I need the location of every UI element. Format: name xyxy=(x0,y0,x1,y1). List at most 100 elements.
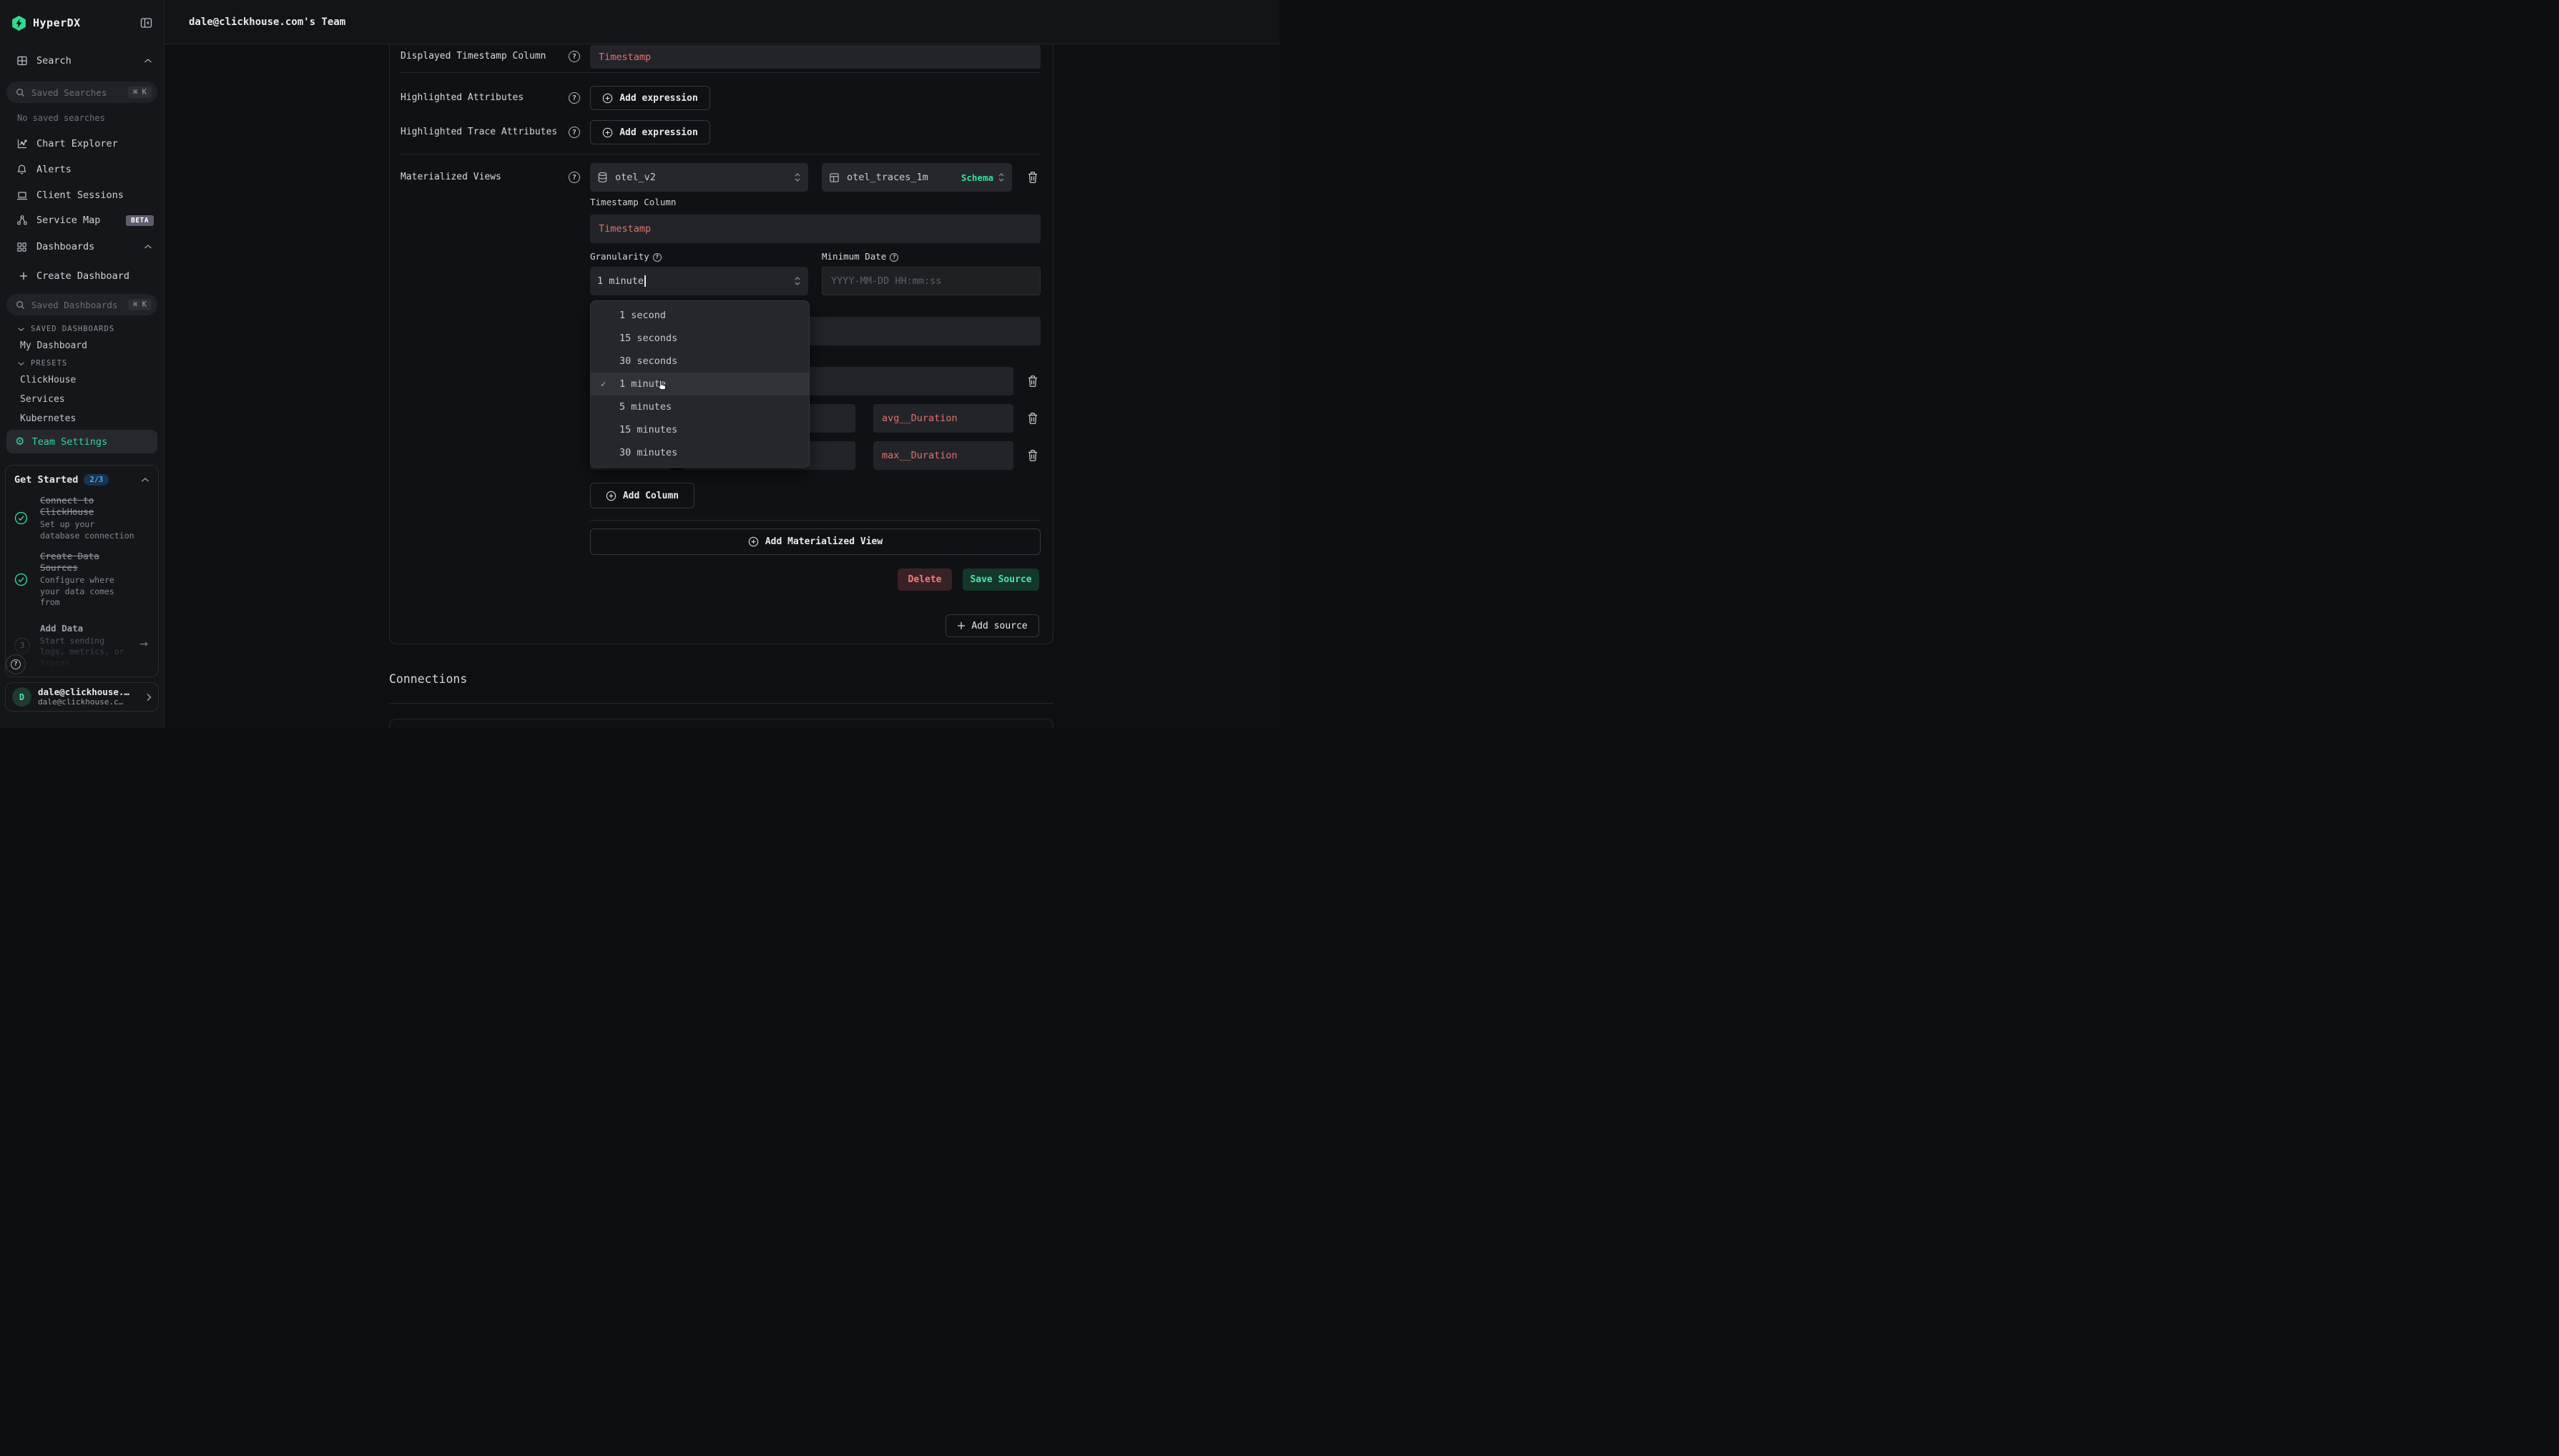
no-saved-searches-text: No saved searches xyxy=(0,113,164,123)
delete-column-icon[interactable] xyxy=(1026,411,1040,426)
selected-view: otel_v2 xyxy=(615,172,794,183)
team-settings-content: Displayed Timestamp Column ? Timestamp H… xyxy=(164,44,1280,728)
laptop-icon xyxy=(16,190,28,201)
timestamp-column-label: Timestamp Column xyxy=(590,196,676,209)
granularity-option[interactable]: 1 second xyxy=(591,304,809,327)
saved-dashboards-section-header[interactable]: SAVED DASHBOARDS xyxy=(0,323,164,335)
add-expression-button[interactable]: Add expression xyxy=(590,86,710,110)
sidebar-item-label: Service Map xyxy=(36,215,100,226)
granularity-option[interactable]: 30 seconds xyxy=(591,350,809,373)
sidebar-item-clickhouse[interactable]: ClickHouse xyxy=(0,373,164,387)
granularity-combobox[interactable]: 1 minute xyxy=(590,267,808,295)
beta-badge: BETA xyxy=(126,215,154,226)
get-started-step-add-data[interactable]: 3 Add Data Start sending logs, metrics, … xyxy=(14,623,149,669)
step-title: Add Data xyxy=(40,623,149,634)
delete-column-icon[interactable] xyxy=(1026,374,1040,388)
highlighted-trace-attributes-label: Highlighted Trace Attributes xyxy=(401,126,557,139)
minimum-date-label: Minimum Date? xyxy=(822,250,898,263)
sidebar-item-kubernetes[interactable]: Kubernetes xyxy=(0,411,164,426)
displayed-timestamp-input[interactable]: Timestamp xyxy=(590,45,1041,69)
help-icon[interactable]: ? xyxy=(569,51,580,62)
logo-row: HyperDX xyxy=(0,0,164,46)
sidebar-item-label: Dashboards xyxy=(36,241,94,252)
chevron-up-icon[interactable] xyxy=(141,477,149,483)
create-dashboard-button[interactable]: Create Dashboard xyxy=(0,267,164,285)
connections-heading: Connections xyxy=(389,672,467,686)
mv-column-alias-input[interactable]: avg__Duration xyxy=(873,404,1013,433)
chevron-right-icon xyxy=(146,693,152,702)
avatar: D xyxy=(12,687,31,707)
info-icon[interactable]: ? xyxy=(653,253,662,262)
sidebar-item-team-settings[interactable]: ⚙ Team Settings xyxy=(6,430,157,453)
sidebar-item-service-map[interactable]: Service Map BETA xyxy=(0,211,164,230)
presets-section-header[interactable]: PRESETS xyxy=(0,358,164,369)
sidebar-item-my-dashboard[interactable]: My Dashboard xyxy=(0,338,164,353)
saved-dashboards-input[interactable]: Saved Dashboards ⌘ K xyxy=(6,294,157,315)
app-root: HyperDX Search Saved Searches ⌘ K No sav… xyxy=(0,0,1280,728)
step-number-circle: 3 xyxy=(14,638,30,654)
search-icon xyxy=(16,300,25,310)
sidebar-item-chart-explorer[interactable]: Chart Explorer xyxy=(0,134,164,153)
add-column-button[interactable]: Add Column xyxy=(590,483,694,508)
arrow-right-icon: → xyxy=(139,639,148,650)
help-icon[interactable]: ? xyxy=(569,92,580,104)
table-grid-icon xyxy=(16,55,28,67)
question-icon: ? xyxy=(11,659,21,669)
saved-searches-input[interactable]: Saved Searches ⌘ K xyxy=(6,82,157,103)
selected-table: otel_traces_1m xyxy=(847,172,961,183)
shortcut-badge: ⌘ K xyxy=(128,299,152,310)
step-title: Create Data Sources xyxy=(40,551,149,574)
bell-icon xyxy=(16,164,28,175)
get-started-step-connect[interactable]: Connect to ClickHouse Set up your databa… xyxy=(14,495,149,541)
sidebar-item-client-sessions[interactable]: Client Sessions xyxy=(0,186,164,205)
collapse-sidebar-icon[interactable] xyxy=(140,17,152,29)
app-name: HyperDX xyxy=(33,16,81,29)
materialized-view-select[interactable]: otel_v2 xyxy=(590,163,808,192)
user-name: dale@clickhouse.… xyxy=(38,687,146,697)
save-source-button[interactable]: Save Source xyxy=(963,569,1039,591)
user-email: dale@clickhouse.c… xyxy=(38,697,146,707)
sidebar-item-label: Client Sessions xyxy=(36,190,124,201)
sidebar-item-search[interactable]: Search xyxy=(0,51,164,70)
materialized-table-select[interactable]: otel_traces_1m Schema xyxy=(822,163,1012,192)
gear-icon: ⚙ xyxy=(15,436,24,447)
add-expression-button[interactable]: Add expression xyxy=(590,120,710,144)
help-icon[interactable]: ? xyxy=(569,172,580,183)
mv-column-alias-input[interactable]: max__Duration xyxy=(873,441,1013,470)
plus-icon xyxy=(17,272,29,280)
get-started-step-create-sources[interactable]: Create Data Sources Configure where your… xyxy=(14,551,149,609)
sidebar-item-alerts[interactable]: Alerts xyxy=(0,160,164,179)
add-materialized-view-button[interactable]: Add Materialized View xyxy=(590,528,1041,555)
step-title: Connect to ClickHouse xyxy=(40,495,149,518)
shortcut-badge: ⌘ K xyxy=(128,87,152,98)
schema-link[interactable]: Schema xyxy=(961,172,993,183)
chevron-up-icon xyxy=(142,244,154,250)
materialized-views-label: Materialized Views xyxy=(401,171,501,184)
add-source-button[interactable]: Add source xyxy=(945,614,1039,637)
search-icon xyxy=(16,88,25,97)
granularity-option[interactable]: 15 seconds xyxy=(591,327,809,350)
delete-column-icon[interactable] xyxy=(1026,448,1040,463)
user-menu[interactable]: D dale@clickhouse.… dale@clickhouse.c… xyxy=(5,682,159,712)
sidebar-item-dashboards[interactable]: Dashboards xyxy=(0,237,164,256)
timestamp-column-input[interactable]: Timestamp xyxy=(590,215,1041,243)
help-button[interactable]: ? xyxy=(6,654,26,674)
granularity-option[interactable]: 15 minutes xyxy=(591,418,809,441)
delete-source-button[interactable]: Delete xyxy=(898,569,952,591)
step-desc: Configure where your data comes from xyxy=(40,575,149,609)
delete-materialized-view-icon[interactable] xyxy=(1026,170,1040,185)
sidebar-item-services[interactable]: Services xyxy=(0,392,164,406)
sidebar: HyperDX Search Saved Searches ⌘ K No sav… xyxy=(0,0,164,728)
topbar: dale@clickhouse.com's Team xyxy=(164,0,1280,44)
saved-searches-placeholder: Saved Searches xyxy=(31,87,128,98)
circle-plus-icon xyxy=(602,93,613,104)
sidebar-item-label: Alerts xyxy=(36,164,72,175)
granularity-option[interactable]: 30 minutes xyxy=(591,441,809,464)
granularity-option[interactable]: 5 minutes xyxy=(591,395,809,418)
info-icon[interactable]: ? xyxy=(890,253,898,262)
granularity-option-selected[interactable]: ✓1 minute xyxy=(591,373,809,395)
service-map-icon xyxy=(16,215,28,226)
database-icon xyxy=(597,172,608,183)
help-icon[interactable]: ? xyxy=(569,127,580,138)
minimum-date-input[interactable]: YYYY-MM-DD HH:mm:ss xyxy=(822,267,1041,295)
